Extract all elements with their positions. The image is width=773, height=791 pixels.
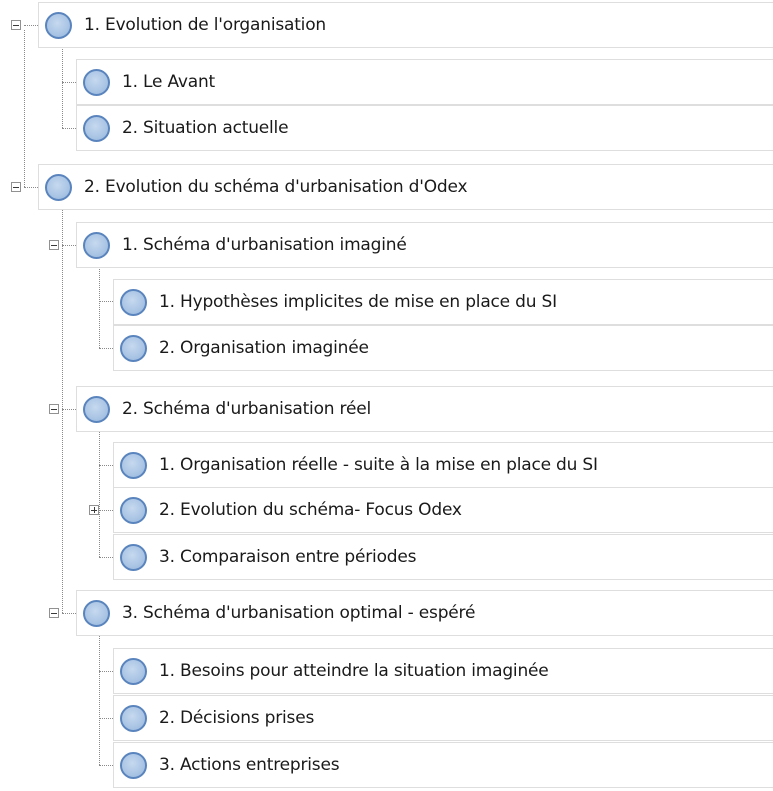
tree-node-evolution-schema[interactable]: 2. Evolution du schéma d'urbanisation d'…: [38, 164, 773, 210]
tree-node-actions[interactable]: 3. Actions entreprises: [113, 742, 773, 788]
tree-node-label: 3. Schéma d'urbanisation optimal - espér…: [122, 603, 476, 623]
circle-node-icon: [83, 114, 110, 142]
tree-node-label: 2. Décisions prises: [159, 708, 315, 728]
tree-connector: [24, 30, 25, 187]
tree-node-focus-odex[interactable]: 2. Evolution du schéma- Focus Odex: [113, 487, 773, 533]
tree-node-hypotheses[interactable]: 1. Hypothèses implicites de mise en plac…: [113, 279, 773, 325]
circle-node-icon: [120, 451, 147, 479]
tree-node-label: 1. Schéma d'urbanisation imaginé: [122, 235, 407, 255]
tree-node-label: 1. Besoins pour atteindre la situation i…: [159, 661, 549, 681]
tree-connector: [99, 628, 100, 765]
tree-node-besoins[interactable]: 1. Besoins pour atteindre la situation i…: [113, 648, 773, 694]
tree-node-organisation-reelle[interactable]: 1. Organisation réelle - suite à la mise…: [113, 442, 773, 488]
collapse-toggle-icon[interactable]: [49, 404, 59, 414]
tree-node-label: 3. Actions entreprises: [159, 755, 340, 775]
tree-node-comparaison[interactable]: 3. Comparaison entre périodes: [113, 534, 773, 580]
tree-node-label: 1. Hypothèses implicites de mise en plac…: [159, 292, 557, 312]
tree-node-evolution-organisation[interactable]: 1. Evolution de l'organisation: [38, 2, 773, 48]
tree-connector: [62, 45, 63, 128]
circle-node-icon: [45, 173, 72, 201]
collapse-toggle-icon[interactable]: [11, 20, 21, 30]
tree-node-label: 2. Evolution du schéma d'urbanisation d'…: [84, 177, 468, 197]
collapse-toggle-icon[interactable]: [49, 608, 59, 618]
tree-connector: [62, 203, 63, 613]
tree-node-label: 1. Le Avant: [122, 72, 216, 92]
circle-node-icon: [120, 334, 147, 362]
tree-node-schema-reel[interactable]: 2. Schéma d'urbanisation réel: [76, 386, 773, 432]
tree-node-label: 3. Comparaison entre périodes: [159, 547, 417, 567]
tree-node-decisions[interactable]: 2. Décisions prises: [113, 695, 773, 741]
expand-toggle-icon[interactable]: [89, 505, 99, 515]
tree-node-label: 1. Organisation réelle - suite à la mise…: [159, 455, 598, 475]
circle-node-icon: [45, 11, 72, 39]
circle-node-icon: [120, 543, 147, 571]
tree-node-schema-imagine[interactable]: 1. Schéma d'urbanisation imaginé: [76, 222, 773, 268]
collapse-toggle-icon[interactable]: [11, 182, 21, 192]
tree-node-schema-optimal[interactable]: 3. Schéma d'urbanisation optimal - espér…: [76, 590, 773, 636]
tree-node-label: 1. Evolution de l'organisation: [84, 15, 326, 35]
circle-node-icon: [83, 599, 110, 627]
tree-connector: [99, 260, 100, 348]
tree-node-label: 2. Situation actuelle: [122, 118, 289, 138]
circle-node-icon: [120, 288, 147, 316]
circle-node-icon: [120, 657, 147, 685]
tree-node-organisation-imaginee[interactable]: 2. Organisation imaginée: [113, 325, 773, 371]
circle-node-icon: [83, 231, 110, 259]
outline-tree: 1. Evolution de l'organisation 1. Le Ava…: [0, 0, 773, 791]
tree-connector: [99, 424, 100, 557]
tree-node-le-avant[interactable]: 1. Le Avant: [76, 59, 773, 105]
circle-node-icon: [120, 751, 147, 779]
circle-node-icon: [83, 395, 110, 423]
tree-node-situation-actuelle[interactable]: 2. Situation actuelle: [76, 105, 773, 151]
circle-node-icon: [120, 704, 147, 732]
collapse-toggle-icon[interactable]: [49, 240, 59, 250]
circle-node-icon: [83, 68, 110, 96]
tree-node-label: 2. Organisation imaginée: [159, 338, 369, 358]
tree-node-label: 2. Evolution du schéma- Focus Odex: [159, 500, 462, 520]
circle-node-icon: [120, 496, 147, 524]
tree-node-label: 2. Schéma d'urbanisation réel: [122, 399, 372, 419]
